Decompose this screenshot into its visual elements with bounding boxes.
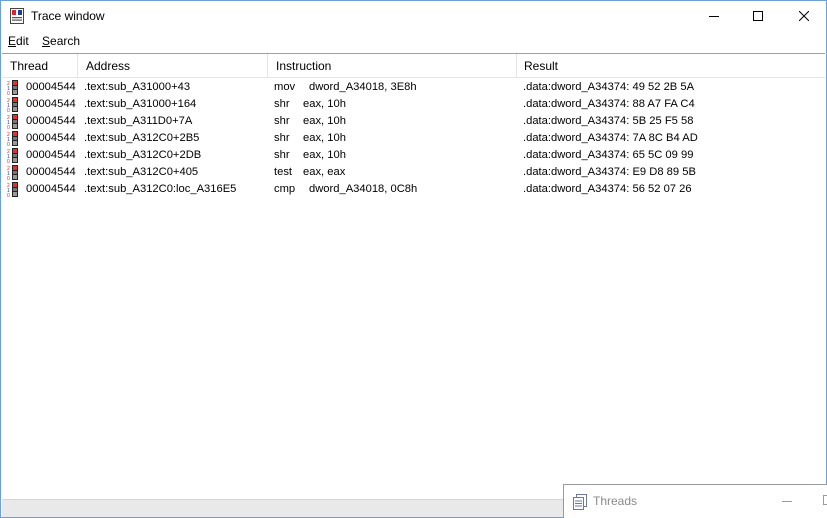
maximize-icon — [753, 11, 763, 21]
svg-text:0: 0 — [7, 159, 10, 163]
operands-cell: eax, 10h — [303, 132, 346, 144]
trace-list[interactable]: Thread Address Instruction Result 2 1 0 000… — [2, 53, 825, 499]
thread-trace-icon: 210 — [7, 80, 22, 97]
result-cell: .data:dword_A34374: E9 D8 89 5B — [523, 166, 696, 178]
close-icon — [799, 11, 809, 21]
thread-cell: 00004544 — [26, 98, 76, 110]
thread-trace-icon: 210 — [7, 114, 22, 131]
result-cell: .data:dword_A34374: 65 5C 09 99 — [523, 149, 694, 161]
svg-text:0: 0 — [7, 193, 10, 197]
mnemonic-cell: shr — [274, 149, 290, 161]
thread-cell: 00004544 — [26, 166, 76, 178]
result-cell: .data:dword_A34374: 7A 8C B4 AD — [523, 132, 698, 144]
svg-text:0: 0 — [7, 91, 10, 95]
mnemonic-cell: mov — [274, 81, 296, 93]
svg-text:0: 0 — [7, 125, 10, 129]
menu-edit[interactable]: Edit — [8, 34, 29, 48]
result-cell: .data:dword_A34374: 5B 25 F5 58 — [523, 115, 694, 127]
operands-cell: eax, 10h — [303, 98, 346, 110]
threads-window-title: Threads — [593, 494, 638, 508]
maximize-button[interactable] — [735, 1, 781, 31]
threads-maximize-icon[interactable] — [823, 495, 827, 505]
title-bar[interactable]: Trace window — [1, 1, 826, 31]
address-cell: .text:sub_A312C0:loc_A316E5 — [84, 183, 237, 195]
svg-text:0: 0 — [7, 142, 10, 146]
svg-text:0: 0 — [7, 108, 10, 112]
trace-row[interactable]: 2 1 0 00004544 .text:sub_A312C0+2B5 shr eax, 1… — [2, 130, 825, 148]
address-cell: .text:sub_A311D0+7A — [84, 115, 193, 127]
trace-row[interactable]: 2 1 0 00004544 .text:sub_A311D0+7A shr eax, 10… — [2, 113, 825, 131]
trace-window: Trace window Edit Search Thread Address … — [0, 0, 827, 518]
column-header-address[interactable]: Address — [78, 54, 268, 78]
mnemonic-cell: test — [274, 166, 293, 178]
address-cell: .text:sub_A312C0+405 — [84, 166, 199, 178]
thread-cell: 00004544 — [26, 132, 76, 144]
operands-cell: dword_A34018, 0C8h — [309, 183, 418, 195]
trace-row[interactable]: 2 1 0 00004544 .text:sub_A312C0:loc_A316E5 cm… — [2, 181, 825, 199]
mnemonic-cell: cmp — [274, 183, 296, 195]
column-header-thread[interactable]: Thread — [2, 54, 78, 78]
thread-trace-icon: 210 — [7, 165, 22, 182]
address-cell: .text:sub_A31000+43 — [84, 81, 191, 93]
trace-window-icon — [10, 8, 24, 24]
mnemonic-cell: shr — [274, 132, 290, 144]
thread-cell: 00004544 — [26, 115, 76, 127]
result-cell: .data:dword_A34374: 88 A7 FA C4 — [523, 98, 695, 110]
thread-trace-icon: 210 — [7, 131, 22, 148]
operands-cell: dword_A34018, 3E8h — [309, 81, 417, 93]
threads-minimize-icon[interactable] — [782, 501, 792, 502]
close-button[interactable] — [781, 1, 827, 31]
menu-bar: Edit Search — [1, 31, 826, 51]
threads-window-tab[interactable]: Threads — [563, 484, 827, 518]
address-cell: .text:sub_A312C0+2DB — [84, 149, 202, 161]
thread-cell: 00004544 — [26, 81, 76, 93]
operands-cell: eax, eax — [303, 166, 346, 178]
menu-search[interactable]: Search — [42, 34, 80, 48]
thread-trace-icon: 210 — [7, 182, 22, 199]
mnemonic-cell: shr — [274, 98, 290, 110]
minimize-icon — [709, 16, 719, 17]
threads-icon — [573, 494, 587, 510]
thread-cell: 00004544 — [26, 183, 76, 195]
operands-cell: eax, 10h — [303, 115, 346, 127]
trace-row[interactable]: 2 1 0 00004544 .text:sub_A31000+43 mov dword_A… — [2, 79, 825, 97]
minimize-button[interactable] — [691, 1, 737, 31]
result-cell: .data:dword_A34374: 56 52 07 26 — [523, 183, 692, 195]
list-header: Thread Address Instruction Result — [2, 54, 825, 78]
mnemonic-cell: shr — [274, 115, 290, 127]
address-cell: .text:sub_A31000+164 — [84, 98, 197, 110]
svg-text:0: 0 — [7, 176, 10, 180]
trace-row[interactable]: 2 1 0 00004544 .text:sub_A312C0+2DB shr eax, 1… — [2, 147, 825, 165]
address-cell: .text:sub_A312C0+2B5 — [84, 132, 200, 144]
window-title: Trace window — [31, 9, 105, 23]
thread-trace-icon: 210 — [7, 148, 22, 165]
column-header-result[interactable]: Result — [516, 54, 825, 78]
operands-cell: eax, 10h — [303, 149, 346, 161]
result-cell: .data:dword_A34374: 49 52 2B 5A — [523, 81, 695, 93]
trace-row[interactable]: 2 1 0 00004544 .text:sub_A31000+164 shr eax, 1… — [2, 96, 825, 114]
thread-trace-icon: 210 — [7, 97, 22, 114]
column-header-instruction[interactable]: Instruction — [268, 54, 517, 78]
thread-cell: 00004544 — [26, 149, 76, 161]
trace-row[interactable]: 2 1 0 00004544 .text:sub_A312C0+405 test eax, … — [2, 164, 825, 182]
